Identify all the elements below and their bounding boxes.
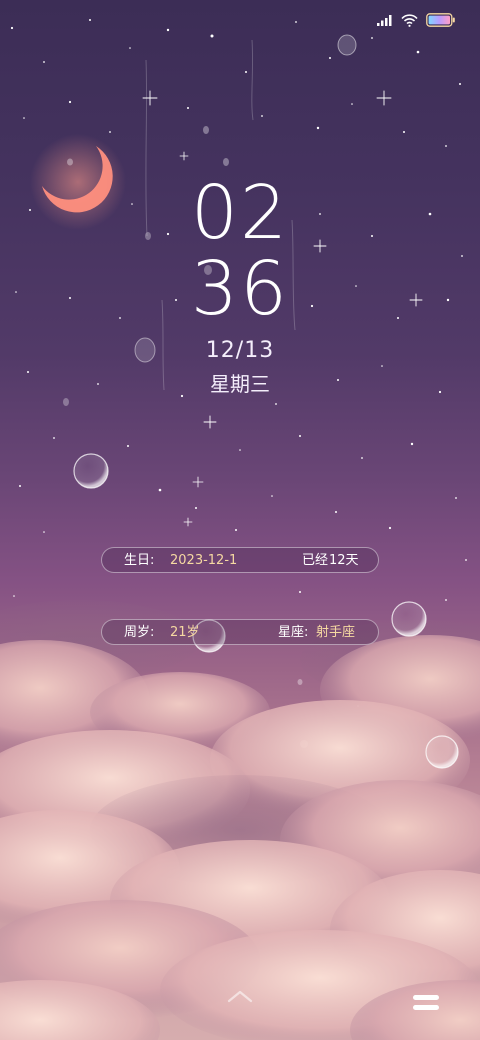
birthday-label: 生日: <box>124 553 155 568</box>
status-bar <box>377 10 456 30</box>
battery-icon <box>426 13 456 27</box>
elapsed-value: 12天 <box>329 553 359 568</box>
floating-bubbles <box>73 453 459 769</box>
weekday-text: 星期三 <box>210 372 270 396</box>
clock-hours: 02 <box>190 170 290 256</box>
cellular-signal-icon <box>377 14 393 26</box>
chevron-up-icon[interactable] <box>226 988 254 1007</box>
wifi-icon <box>401 13 418 27</box>
zodiac-label: 星座: <box>278 625 309 640</box>
age-label: 周岁: <box>124 625 155 640</box>
clock-minutes: 36 <box>190 246 290 332</box>
age-zodiac-widget[interactable]: 周岁: 21岁 星座: 射手座 <box>101 619 379 645</box>
night-sky-wallpaper <box>0 19 480 1040</box>
wallpaper-background <box>0 0 480 1040</box>
elapsed-label: 已经 <box>302 553 329 568</box>
birthday-widget[interactable]: 生日: 2023-12-1 已经 12天 <box>101 547 379 573</box>
age-value: 21岁 <box>170 625 200 640</box>
pink-clouds <box>0 600 480 1040</box>
birthday-value: 2023-12-1 <box>170 553 238 568</box>
zodiac-value: 射手座 <box>316 625 356 640</box>
menu-icon[interactable] <box>412 994 440 1016</box>
date-text: 12/13 <box>205 338 275 363</box>
